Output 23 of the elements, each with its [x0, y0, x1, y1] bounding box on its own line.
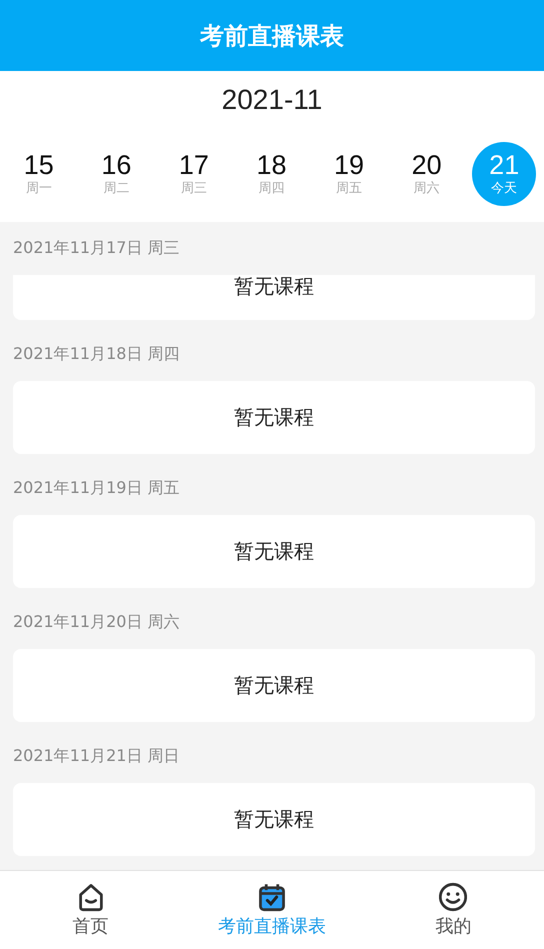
- date-item[interactable]: 20 周六: [394, 142, 459, 206]
- date-item[interactable]: 16 周二: [84, 142, 148, 206]
- section-date: 2021年11月20日 周六: [13, 611, 180, 633]
- section-date: 2021年11月21日 周日: [13, 745, 180, 767]
- nav-tab[interactable]: 我的: [378, 882, 528, 938]
- calendar-icon: [258, 882, 286, 912]
- section-date: 2021年11月19日 周五: [13, 477, 180, 499]
- empty-message: 暂无课程: [234, 672, 314, 699]
- empty-message: 暂无课程: [234, 275, 314, 297]
- date-item[interactable]: 17 周三: [162, 142, 226, 206]
- empty-message: 暂无课程: [234, 538, 314, 565]
- page-title: 考前直播课表: [200, 20, 344, 52]
- nav-tab[interactable]: 首页: [16, 882, 166, 938]
- empty-message: 暂无课程: [234, 404, 314, 431]
- home-icon: [76, 882, 105, 912]
- section-date: 2021年11月17日 周三: [13, 237, 180, 259]
- empty-message: 暂无课程: [234, 806, 314, 833]
- smiley-icon: [439, 882, 468, 912]
- month-label: 2021-11: [222, 83, 322, 117]
- date-item[interactable]: 18 周四: [239, 142, 304, 206]
- date-item[interactable]: 15 周一: [6, 142, 71, 206]
- section-date: 2021年11月18日 周四: [13, 343, 180, 365]
- date-item[interactable]: 19 周五: [317, 142, 382, 206]
